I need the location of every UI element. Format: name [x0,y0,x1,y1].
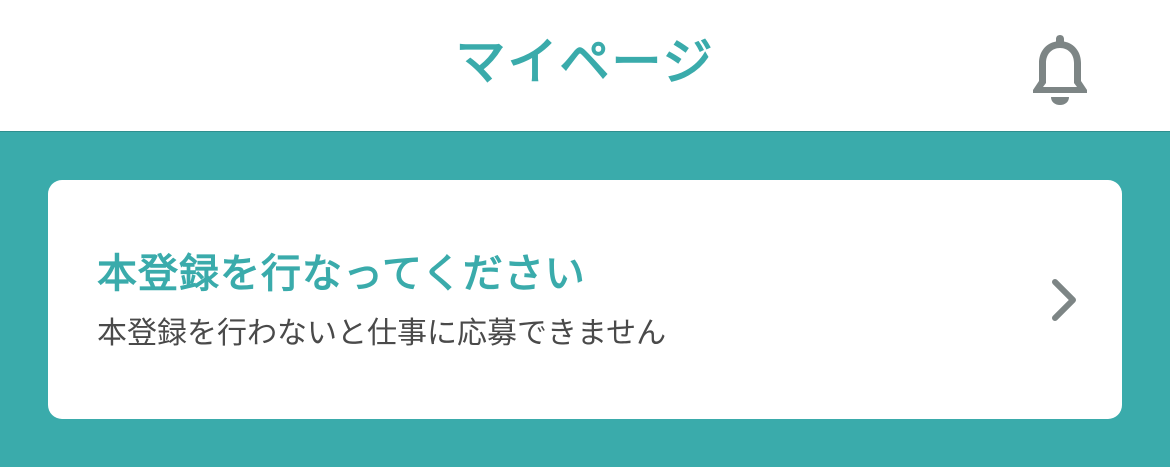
registration-card-subtitle: 本登録を行わないと仕事に応募できません [97,316,667,351]
chevron-right-icon [1044,276,1084,324]
notification-button[interactable] [1022,28,1098,108]
bell-icon [1028,29,1092,107]
registration-card-title: 本登録を行なってください [97,251,586,297]
registration-card[interactable]: 本登録を行なってください 本登録を行わないと仕事に応募できません [48,180,1122,419]
app-header: マイページ [0,0,1170,132]
page-title: マイページ [455,33,715,91]
main-content: 本登録を行なってください 本登録を行わないと仕事に応募できません [0,132,1170,467]
